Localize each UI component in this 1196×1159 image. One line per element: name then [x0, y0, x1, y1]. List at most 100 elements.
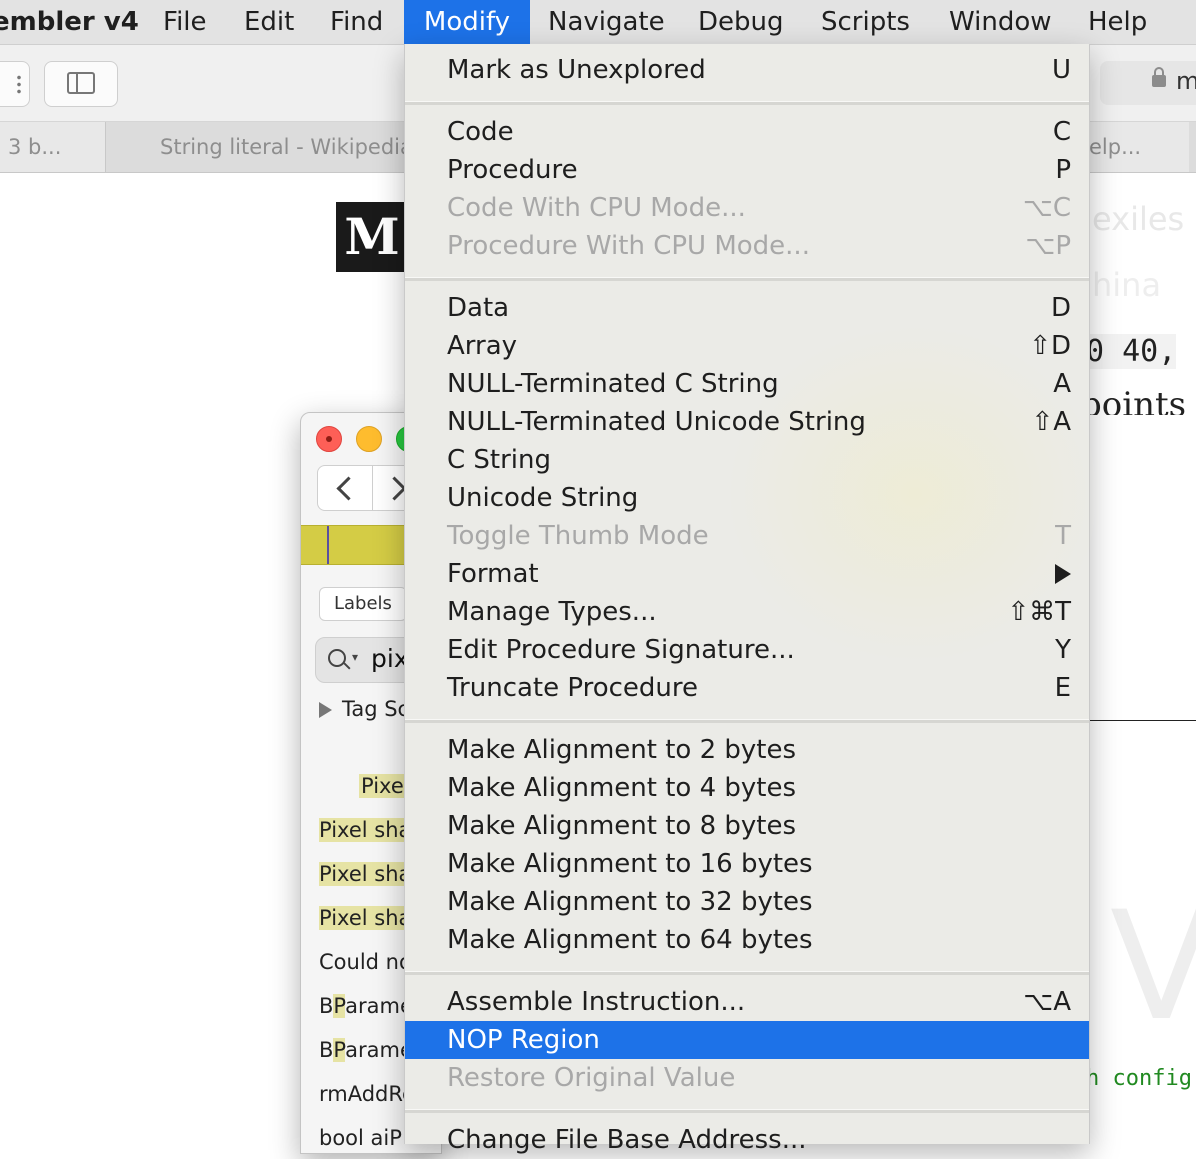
menu-item-label: C String	[447, 445, 552, 475]
menu-item-label: Procedure	[447, 155, 578, 185]
menu-item-shortcut: ⌥P	[1025, 231, 1071, 261]
menu-window[interactable]: Window	[949, 0, 1052, 44]
menu-item-label: Make Alignment to 64 bytes	[447, 925, 813, 955]
browser-tab[interactable]: 3 b...	[0, 122, 106, 172]
menu-bar: embler v4 File Edit Find Modify Navigate…	[0, 0, 1196, 45]
menu-item-alignment-16[interactable]: Make Alignment to 16 bytes	[405, 845, 1089, 883]
menu-item-alignment-32[interactable]: Make Alignment to 32 bytes	[405, 883, 1089, 921]
menu-separator	[405, 101, 1089, 105]
match-highlight: P	[333, 994, 346, 1018]
list-item-text: bool aiP	[319, 1126, 402, 1150]
menu-item-label: NULL-Terminated C String	[447, 369, 779, 399]
page-text: hina	[1092, 266, 1162, 304]
menu-item-label: Unicode String	[447, 483, 639, 513]
address-bar[interactable]: m	[1100, 61, 1196, 105]
menu-item-procedure[interactable]: Procedure P	[405, 151, 1089, 189]
menu-item-null-terminated-unicode-string[interactable]: NULL-Terminated Unicode String ⇧A	[405, 403, 1089, 441]
menu-item-mark-as-unexplored[interactable]: Mark as Unexplored U	[405, 51, 1089, 89]
code-string: h config'	[1086, 1066, 1196, 1091]
menu-item-label: Assemble Instruction...	[447, 987, 746, 1017]
menu-item-label: NULL-Terminated Unicode String	[447, 407, 866, 437]
browser-tab[interactable]: elp...	[1088, 122, 1189, 172]
chevron-left-icon	[336, 476, 361, 501]
menu-item-label: Edit Procedure Signature...	[447, 635, 795, 665]
menu-item-data[interactable]: Data D	[405, 289, 1089, 327]
match-highlight: P	[333, 1038, 346, 1062]
menu-item-label: Make Alignment to 4 bytes	[447, 773, 797, 803]
app-menu[interactable]: embler v4	[0, 0, 139, 44]
menu-debug[interactable]: Debug	[698, 0, 784, 44]
menu-item-null-terminated-c-string[interactable]: NULL-Terminated C String A	[405, 365, 1089, 403]
sidebar-toggle-button[interactable]	[44, 61, 118, 107]
list-item[interactable]: Pixel sha	[319, 903, 412, 933]
menu-separator	[405, 1109, 1089, 1113]
list-item[interactable]: Pixel sha	[319, 859, 412, 889]
menu-item-alignment-4[interactable]: Make Alignment to 4 bytes	[405, 769, 1089, 807]
menu-item-shortcut: ⇧D	[1029, 331, 1071, 361]
menu-find[interactable]: Find	[330, 0, 383, 44]
menu-item-label: Code	[447, 117, 514, 147]
menu-item-label: Truncate Procedure	[447, 673, 699, 703]
list-item-text: rmAddRe	[319, 1082, 415, 1106]
menu-item-c-string[interactable]: C String	[405, 441, 1089, 479]
menu-item-assemble-instruction[interactable]: Assemble Instruction... ⌥A	[405, 983, 1089, 1021]
list-item[interactable]: BParame	[319, 1035, 413, 1065]
minimize-window-button[interactable]	[356, 426, 382, 452]
page-text: exiles	[1092, 200, 1185, 238]
menu-item-nop-region[interactable]: NOP Region	[405, 1021, 1089, 1059]
menu-item-label: Manage Types...	[447, 597, 657, 627]
list-item[interactable]: Could no	[319, 947, 412, 977]
menu-item-manage-types[interactable]: Manage Types... ⇧⌘T	[405, 593, 1089, 631]
submenu-arrow-icon	[1055, 555, 1071, 595]
menu-item-label: Data	[447, 293, 510, 323]
sidebar-icon	[67, 72, 95, 94]
lock-icon	[1152, 67, 1166, 87]
menu-item-alignment-2[interactable]: Make Alignment to 2 bytes	[405, 731, 1089, 769]
labels-tab[interactable]: Labels	[319, 587, 407, 621]
menu-modify[interactable]: Modify	[404, 0, 530, 44]
list-item[interactable]: rmAddRe	[319, 1079, 415, 1109]
menu-scripts[interactable]: Scripts	[821, 0, 910, 44]
menu-item-shortcut: ⇧⌘T	[1007, 597, 1071, 627]
menu-item-label: Restore Original Value	[447, 1063, 736, 1093]
watermark-letter: V	[1110, 880, 1196, 1054]
menu-item-label: Code With CPU Mode...	[447, 193, 746, 223]
menu-item-format[interactable]: Format	[405, 555, 1089, 593]
menu-item-alignment-8[interactable]: Make Alignment to 8 bytes	[405, 807, 1089, 845]
menu-item-unicode-string[interactable]: Unicode String	[405, 479, 1089, 517]
list-item-text: arame	[345, 1038, 413, 1062]
toolbar-button[interactable]	[0, 61, 30, 107]
menu-edit[interactable]: Edit	[244, 0, 294, 44]
menu-item-edit-procedure-signature[interactable]: Edit Procedure Signature... Y	[405, 631, 1089, 669]
chevron-right-icon	[382, 476, 407, 501]
more-icon	[17, 74, 21, 94]
menu-item-shortcut: A	[1053, 369, 1071, 399]
back-button[interactable]	[318, 466, 373, 510]
divider	[1088, 720, 1196, 721]
close-window-button[interactable]	[316, 426, 342, 452]
menu-separator	[405, 277, 1089, 281]
list-item[interactable]: bool aiP	[319, 1123, 402, 1153]
menu-separator	[405, 719, 1089, 723]
menu-item-shortcut: D	[1050, 293, 1071, 323]
menu-item-shortcut: C	[1052, 117, 1071, 147]
address-text: m	[1176, 67, 1196, 95]
menu-item-change-file-base-address[interactable]: Change File Base Address...	[405, 1121, 1089, 1159]
list-item[interactable]: Pixel sha	[319, 815, 412, 845]
menu-navigate[interactable]: Navigate	[548, 0, 665, 44]
match-highlight: Pixel	[319, 818, 368, 842]
menu-help[interactable]: Help	[1088, 0, 1147, 44]
menu-item-truncate-procedure[interactable]: Truncate Procedure E	[405, 669, 1089, 707]
tag-scope-row[interactable]: Tag Sc	[319, 697, 409, 721]
menu-item-label: Make Alignment to 32 bytes	[447, 887, 813, 917]
menu-item-label: NOP Region	[447, 1025, 600, 1055]
menu-item-code[interactable]: Code C	[405, 113, 1089, 151]
browser-tab[interactable]: String literal - Wikipedia	[160, 122, 420, 172]
menu-item-label: Array	[447, 331, 518, 361]
menu-file[interactable]: File	[163, 0, 207, 44]
menu-item-shortcut: P	[1055, 155, 1071, 185]
list-item[interactable]: BParame	[319, 991, 413, 1021]
tag-scope-label: Tag Sc	[342, 697, 410, 721]
menu-item-alignment-64[interactable]: Make Alignment to 64 bytes	[405, 921, 1089, 959]
menu-item-array[interactable]: Array ⇧D	[405, 327, 1089, 365]
